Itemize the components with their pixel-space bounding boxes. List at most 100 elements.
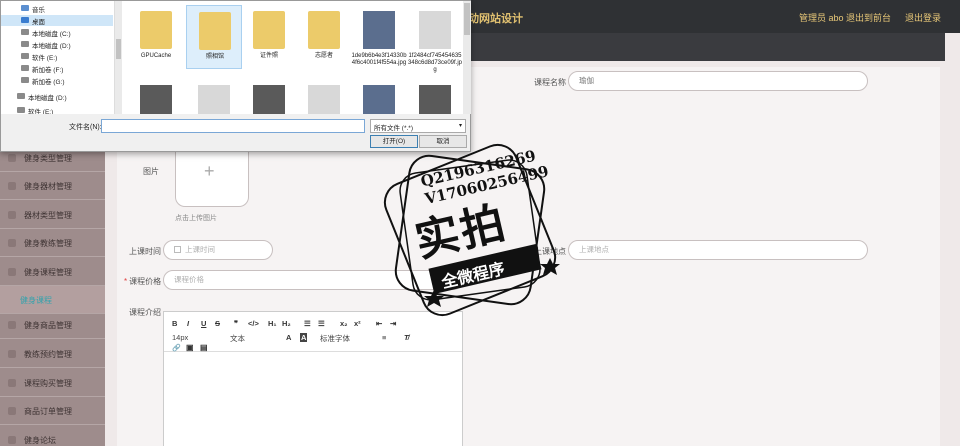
photo-thumbnail bbox=[363, 85, 395, 114]
site-title: 动网站设计 bbox=[468, 13, 523, 25]
music-icon bbox=[21, 5, 29, 11]
tree-item-music[interactable]: 音乐 bbox=[1, 3, 113, 14]
file-list-scrollbar[interactable] bbox=[463, 1, 471, 114]
tree-item-drive-c[interactable]: 本地磁盘 (C:) bbox=[1, 27, 113, 38]
font-family-select[interactable]: 标准字体 bbox=[320, 333, 350, 344]
rich-text-editor[interactable]: B I U S ❞ </> H₁ H₂ ☰ ☰ x₂ x² ⇤ ⇥ 14px 文… bbox=[163, 311, 463, 446]
sidebar-item-label: 健身器材管理 bbox=[24, 182, 72, 191]
file-item[interactable]: 照相馆 bbox=[186, 5, 242, 69]
code-icon[interactable]: </> bbox=[248, 319, 259, 328]
photo-thumbnail bbox=[253, 85, 285, 114]
sidebar-item-label: 健身论坛 bbox=[24, 436, 56, 445]
sidebar-item-course-purchase[interactable]: 课程购买管理 bbox=[0, 369, 105, 397]
file-item[interactable]: 1f2484cf745454635348c6d8d73ce09f.jpg bbox=[407, 5, 463, 73]
course-name-input[interactable]: 瑜伽 bbox=[568, 71, 868, 91]
drive-icon bbox=[21, 29, 29, 35]
tree-item-label: 桌面 bbox=[32, 19, 45, 26]
file-item[interactable]: 1de9b6b4e3f14330b4f6c4001f4f554a.jpg bbox=[351, 5, 407, 69]
sidebar-item-course[interactable]: 健身课程 bbox=[0, 286, 105, 314]
tree-item-label: 软件 (E:) bbox=[28, 109, 54, 114]
start-time-label: 上课时间 bbox=[129, 247, 161, 256]
file-item[interactable] bbox=[128, 79, 184, 114]
file-list-scrollbar-thumb[interactable] bbox=[464, 3, 470, 35]
drive-icon bbox=[21, 65, 29, 71]
drive-icon bbox=[21, 41, 29, 47]
strikethrough-icon[interactable]: S bbox=[215, 319, 220, 328]
file-item[interactable] bbox=[241, 79, 297, 114]
logout-link[interactable]: 退出登录 bbox=[905, 11, 941, 24]
file-item[interactable] bbox=[296, 79, 352, 114]
tree-scrollbar-thumb[interactable] bbox=[116, 39, 121, 59]
admin-label: 管理员 abo bbox=[799, 13, 844, 23]
tree-item-label: 本地磁盘 (D:) bbox=[28, 95, 67, 102]
underline-icon[interactable]: U bbox=[201, 319, 206, 328]
tree-item-network-drive-d[interactable]: 本地磁盘 (D:) bbox=[1, 91, 113, 102]
sidebar-item-coach[interactable]: 健身教练管理 bbox=[0, 229, 105, 257]
photo-thumbnail bbox=[419, 85, 451, 114]
sidebar-item-course-manage[interactable]: 健身课程管理 bbox=[0, 258, 105, 286]
image-upload[interactable]: + bbox=[175, 149, 249, 207]
font-color-icon[interactable]: A bbox=[286, 333, 291, 342]
heading1-icon[interactable]: H₁ bbox=[268, 319, 277, 328]
tree-scrollbar[interactable] bbox=[115, 1, 122, 114]
clear-format-icon[interactable]: T̸ bbox=[404, 333, 409, 342]
sidebar-item-forum[interactable]: 健身论坛 bbox=[0, 426, 105, 446]
photo-thumbnail bbox=[198, 85, 230, 114]
video-icon[interactable]: ▤ bbox=[200, 343, 208, 352]
sidebar-item-label: 器材类型管理 bbox=[24, 211, 72, 220]
drive-icon bbox=[21, 77, 29, 83]
quote-icon[interactable]: ❞ bbox=[234, 319, 238, 328]
tree-item-drive-g[interactable]: 新加卷 (G:) bbox=[1, 75, 113, 86]
upload-hint: 点击上传图片 bbox=[175, 215, 217, 222]
file-item[interactable]: GPUCache bbox=[128, 5, 184, 69]
italic-icon[interactable]: I bbox=[187, 319, 189, 328]
menu-icon bbox=[8, 350, 16, 358]
image-label: 图片 bbox=[143, 167, 159, 176]
block-type-select[interactable]: 文本 bbox=[230, 333, 245, 344]
bullet-list-icon[interactable]: ☰ bbox=[318, 319, 325, 328]
tree-item-drive-f[interactable]: 新加卷 (F:) bbox=[1, 63, 113, 74]
filename-input[interactable] bbox=[101, 119, 365, 133]
subscript-icon[interactable]: x₂ bbox=[340, 319, 348, 328]
file-list: GPUCache 照相馆 证件照 志愿者 1de9b6b4e3f14330b4f… bbox=[122, 1, 463, 114]
file-item[interactable] bbox=[351, 79, 407, 114]
file-name: 照相馆 bbox=[205, 54, 224, 60]
sidebar-item-orders[interactable]: 商品订单管理 bbox=[0, 397, 105, 425]
superscript-icon[interactable]: x² bbox=[354, 319, 361, 328]
file-item[interactable]: 证件照 bbox=[241, 5, 297, 69]
heading2-icon[interactable]: H₂ bbox=[282, 319, 291, 328]
file-name: 志愿者 bbox=[314, 53, 333, 59]
image-icon[interactable]: ▣ bbox=[186, 343, 194, 352]
start-time-input[interactable]: 上课时间 bbox=[163, 240, 273, 260]
sidebar-item-coach-booking[interactable]: 教练预约管理 bbox=[0, 340, 105, 368]
file-item[interactable] bbox=[407, 79, 463, 114]
bold-icon[interactable]: B bbox=[172, 319, 177, 328]
ordered-list-icon[interactable]: ☰ bbox=[304, 319, 311, 328]
file-item[interactable] bbox=[186, 79, 242, 114]
link-icon[interactable]: 🔗 bbox=[172, 344, 181, 352]
sidebar-item-label: 教练预约管理 bbox=[24, 350, 72, 359]
background-color-icon[interactable]: A bbox=[300, 333, 308, 342]
drive-icon bbox=[17, 107, 25, 113]
menu-icon bbox=[8, 436, 16, 444]
sidebar-item-product[interactable]: 健身商品管理 bbox=[0, 311, 105, 339]
location-input[interactable]: 上课地点 bbox=[568, 240, 868, 260]
sidebar-item-label: 健身课程管理 bbox=[24, 268, 72, 277]
tree-item-network-drive-e[interactable]: 软件 (E:) bbox=[1, 105, 113, 114]
sidebar-item-equipment[interactable]: 健身器材管理 bbox=[0, 172, 105, 200]
sidebar-item-equipment-type[interactable]: 器材类型管理 bbox=[0, 201, 105, 229]
tree-item-desktop[interactable]: 桌面 bbox=[1, 15, 113, 26]
tree-item-drive-e[interactable]: 软件 (E:) bbox=[1, 51, 113, 62]
drive-icon bbox=[17, 93, 25, 99]
file-item[interactable]: 志愿者 bbox=[296, 5, 352, 69]
desktop-icon bbox=[21, 17, 29, 23]
required-mark: * bbox=[124, 277, 128, 286]
photo-thumbnail bbox=[308, 85, 340, 114]
font-size-select[interactable]: 14px bbox=[172, 333, 188, 342]
align-icon[interactable]: ≡ bbox=[382, 333, 386, 342]
goto-front-link[interactable]: 退出到前台 bbox=[846, 11, 891, 24]
sidebar-item-label: 健身类型管理 bbox=[24, 154, 72, 163]
menu-icon bbox=[8, 321, 16, 329]
tree-item-drive-d[interactable]: 本地磁盘 (D:) bbox=[1, 39, 113, 50]
tree-item-label: 音乐 bbox=[32, 7, 45, 14]
